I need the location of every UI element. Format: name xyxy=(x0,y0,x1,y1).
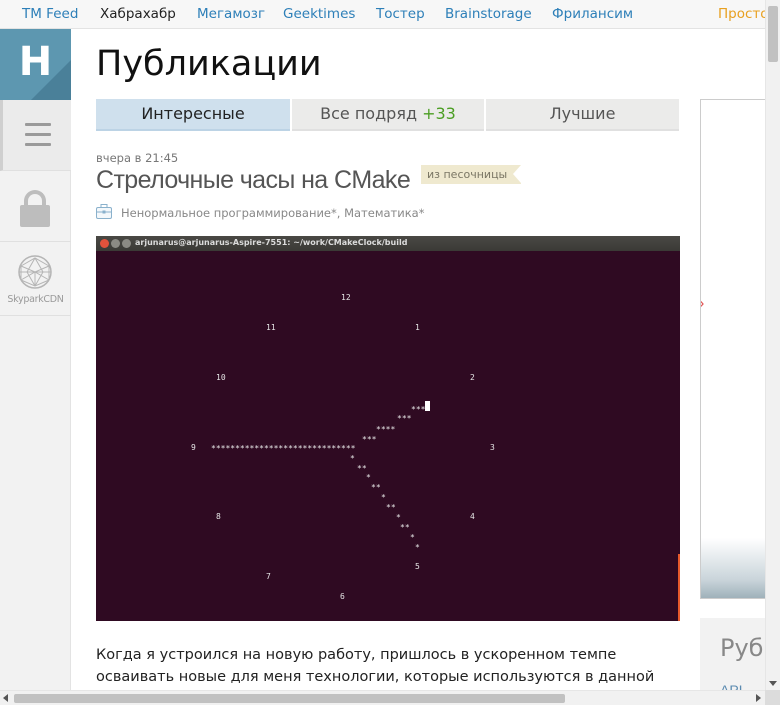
hand-segment: ** xyxy=(386,503,396,512)
clock-number-2: 2 xyxy=(470,373,475,382)
clock-number-12: 12 xyxy=(341,293,351,302)
hand-segment: *** xyxy=(362,435,377,444)
tab-interesting[interactable]: Интересные xyxy=(96,99,290,131)
hand-segment: ** xyxy=(357,464,367,473)
briefcase-icon xyxy=(96,204,112,219)
cdn-label: SkyparkCDN xyxy=(7,294,64,305)
left-sidebar: H SkyparkCDN xyxy=(0,29,71,705)
nav-megamozg[interactable]: Мегамозг xyxy=(197,6,265,22)
new-count-badge: +33 xyxy=(422,104,456,123)
nav-toster[interactable]: Тостер xyxy=(376,6,425,22)
terminal-screenshot: arjunarus@arjunarus-Aspire-7551: ~/work/… xyxy=(96,236,680,621)
terminal-cursor xyxy=(425,401,430,411)
post-timestamp: вчера в 21:45 xyxy=(96,151,179,165)
post-hubs[interactable]: Ненормальное программирование*, Математи… xyxy=(121,206,424,220)
habr-logo[interactable]: H xyxy=(0,29,71,100)
clock-number-10: 10 xyxy=(216,373,226,382)
nav-promo-link[interactable]: Просто xyxy=(718,6,765,22)
publication-tabs: Интересные Все подряд +33 Лучшие xyxy=(96,99,679,131)
nav-brainstorage[interactable]: Brainstorage xyxy=(445,6,532,22)
horizontal-scroll-thumb[interactable] xyxy=(14,694,565,703)
hand-segment: * xyxy=(410,533,415,542)
scroll-left-icon[interactable] xyxy=(3,694,8,702)
hand-segment: *** xyxy=(397,414,412,423)
globe-icon xyxy=(18,255,52,289)
hand-segment: * xyxy=(396,513,401,522)
nav-tm-feed[interactable]: TM Feed xyxy=(22,6,78,22)
horizontal-scrollbar[interactable] xyxy=(0,690,765,705)
vertical-scroll-thumb[interactable] xyxy=(768,6,778,62)
ad-banner[interactable]: › xyxy=(700,99,766,599)
hand-segment: **** xyxy=(376,425,395,434)
clock-number-7: 7 xyxy=(266,572,271,581)
menu-button[interactable] xyxy=(0,100,71,171)
scroll-down-icon[interactable] xyxy=(769,681,777,686)
clock-number-6: 6 xyxy=(340,592,345,601)
nav-habrahabr[interactable]: Хабрахабр xyxy=(100,6,176,22)
ad-image-wave xyxy=(701,538,765,598)
clock-number-3: 3 xyxy=(490,443,495,452)
terminal-title: arjunarus@arjunarus-Aspire-7551: ~/work/… xyxy=(135,238,408,247)
terminal-titlebar: arjunarus@arjunarus-Aspire-7551: ~/work/… xyxy=(96,236,680,251)
hand-segment: * xyxy=(381,493,386,502)
tab-label: Все подряд xyxy=(320,104,417,123)
top-navigation: TM Feed Хабрахабр Мегамозг Geektimes Тос… xyxy=(0,0,765,29)
hand-segment: ****************************** xyxy=(211,444,356,453)
scroll-right-icon[interactable] xyxy=(756,694,761,702)
logo-letter: H xyxy=(18,39,53,85)
hand-segment: * xyxy=(415,543,420,552)
clock-number-4: 4 xyxy=(470,512,475,521)
image-edge-accent xyxy=(678,554,680,621)
tab-label: Интересные xyxy=(141,104,245,123)
sandbox-badge[interactable]: из песочницы xyxy=(421,165,522,184)
skypark-cdn-banner[interactable]: SkyparkCDN xyxy=(0,242,71,316)
clock-number-5: 5 xyxy=(415,562,420,571)
nav-geektimes[interactable]: Geektimes xyxy=(283,6,355,22)
clock-number-1: 1 xyxy=(415,323,420,332)
hand-segment: ** xyxy=(371,483,381,492)
clock-number-11: 11 xyxy=(266,323,276,332)
minimize-icon xyxy=(111,239,120,248)
hand-segment: *** xyxy=(411,405,426,414)
ascii-clock: 12 1 2 3 4 5 6 7 8 9 10 11 *************… xyxy=(191,293,495,601)
scrollbar-corner xyxy=(765,690,780,705)
clock-number-9: 9 xyxy=(191,443,196,452)
tab-all[interactable]: Все подряд +33 xyxy=(292,99,484,131)
ad-decoration: › xyxy=(701,295,704,313)
tab-label: Лучшие xyxy=(549,104,616,123)
close-icon xyxy=(100,239,109,248)
hand-segment: * xyxy=(366,473,371,482)
hand-segment: ** xyxy=(400,523,410,532)
login-button[interactable] xyxy=(0,171,71,242)
maximize-icon xyxy=(122,239,131,248)
rubric-heading: Рубр xyxy=(720,634,766,662)
vertical-scrollbar[interactable] xyxy=(765,0,780,690)
tab-best[interactable]: Лучшие xyxy=(486,99,679,131)
hand-segment: * xyxy=(350,454,355,463)
nav-freelansim[interactable]: Фрилансим xyxy=(552,6,633,22)
clock-number-8: 8 xyxy=(216,512,221,521)
page-title: Публикации xyxy=(96,44,322,84)
post-title-link[interactable]: Стрелочные часы на CMake xyxy=(96,166,411,195)
